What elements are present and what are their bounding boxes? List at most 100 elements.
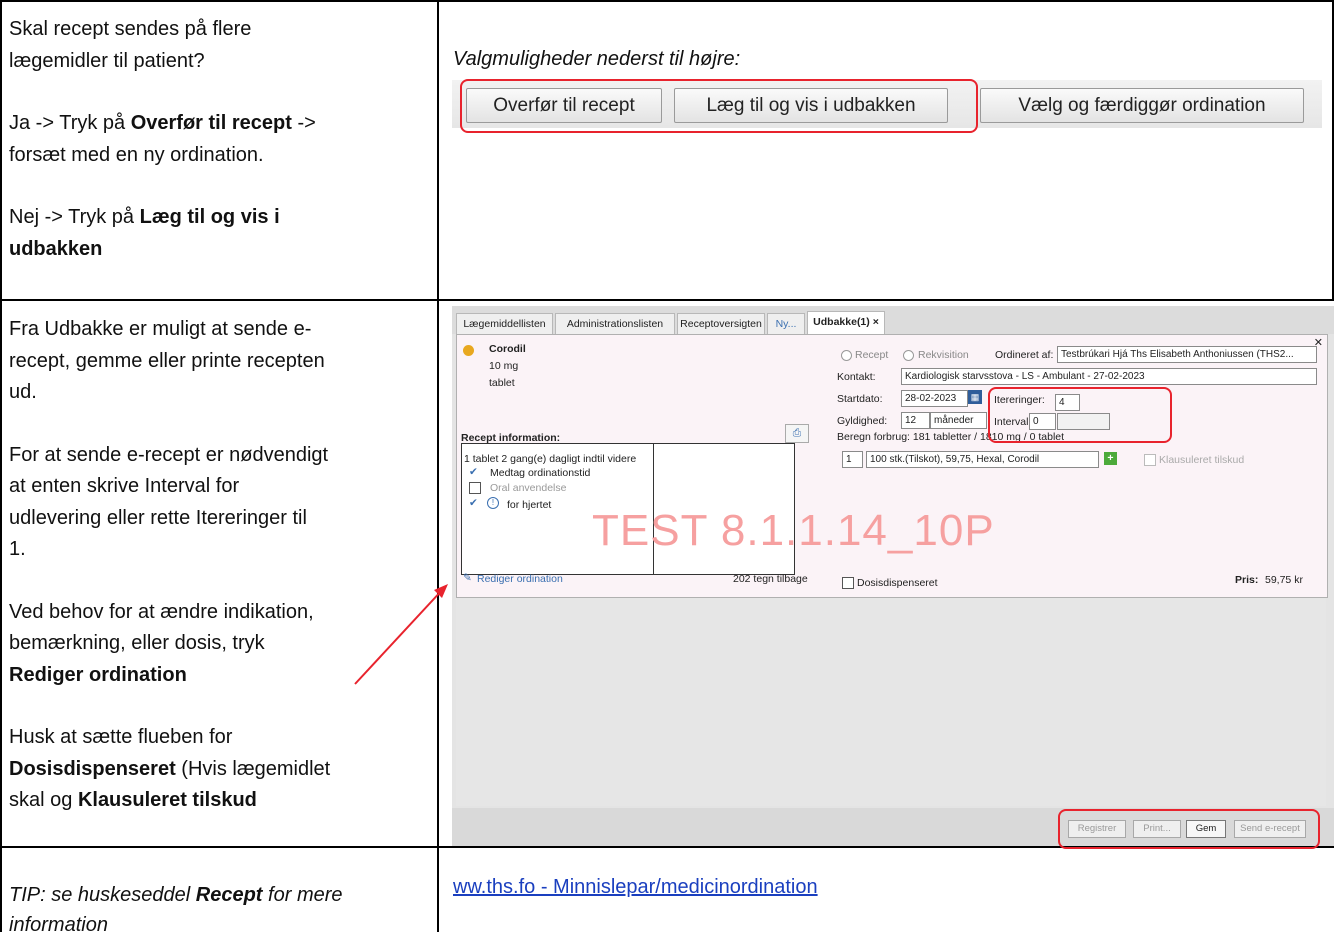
yes-prefix: Ja -> Tryk på [9,112,131,134]
row-divider-1-right [437,299,1334,301]
tab-udbakke[interactable]: Udbakke(1) × [807,311,885,335]
empty-panel-area [456,598,1326,806]
p4-line-1: Husk at sætte flueben for [9,726,233,748]
recept-radio-label: Recept [855,349,889,361]
options-label: Valgmuligheder nederst til højre: [453,48,741,70]
edit-icon[interactable]: ✎ [463,572,472,584]
drug-form: tablet [489,377,515,389]
p4-prefix-3: skal og [9,789,78,811]
tip-text: TIP: se huskeseddel Recept for mere info… [9,880,343,940]
tab-ny[interactable]: Ny... [767,313,805,335]
tab-bar: Lægemiddellisten Administrationslisten R… [452,306,1334,335]
table-border-top [0,0,1334,2]
ordineret-select[interactable]: Testbrúkari Hjá Ths Elisabeth Anthoniuss… [1057,346,1317,363]
vaelg-faerdiggor-button[interactable]: Vælg og færdiggør ordination [980,88,1304,123]
pris-value: 59,75 kr [1265,574,1303,586]
no-bold-1: Læg til og vis i [139,206,280,228]
gyldighed-unit-select[interactable]: måneder [930,412,987,429]
rediger-ordination-link[interactable]: Rediger ordination [477,573,563,585]
no-line-2: udbakken [9,234,316,266]
rekvisition-radio-label: Rekvisition [918,349,969,361]
tip-line-2: information [9,914,108,936]
question-line-2: lægemidler til patient? [9,49,205,72]
oral-checkbox[interactable] [469,482,481,494]
document-table: Skal recept sendes på flere lægemidler t… [0,0,1334,936]
highlight-box-itereringer [988,387,1172,443]
drug-strength: 10 mg [489,360,519,372]
test-watermark: TEST 8.1.1.14_10P [592,506,995,555]
p4-rest-1: (Hvis lægemidlet [175,757,331,780]
tip-line-1: TIP: se huskeseddel Recept for mere [9,880,343,910]
yes-suffix: -> [291,112,316,134]
p4-bold-2: Klausuleret tilskud [77,789,257,811]
drug-info-icon [463,345,474,356]
row1-instructions: Skal recept sendes på flere lægemidler t… [9,14,316,265]
tip-bold: Recept [195,884,263,906]
yes-bold: Overfør til recept [130,112,292,134]
calendar-icon[interactable]: ▦ [968,390,982,404]
p3-line-1: Ved behov for at ændre indikation, [9,600,314,623]
tegn-tilbage: 202 tegn tilbage [733,573,808,585]
p2-line-4: 1. [9,538,26,560]
yes-instruction: Ja -> Tryk på Overfør til recept -> [9,108,316,140]
klausuleret-label: Klausuleret tilskud [1159,454,1245,466]
no-bold-2: udbakken [9,237,103,260]
p4-line-2: Dosisdispenseret (Hvis lægemidlet [9,754,330,786]
pakning-qty[interactable]: 1 [842,451,863,468]
tab-laegemiddellisten[interactable]: Lægemiddellisten [456,313,553,335]
p3-line-2: bemærkning, eller dosis, tryk [9,632,265,654]
dosage-text: 1 tablet 2 gang(e) dagligt indtil videre [464,453,637,465]
dosisdisp-label: Dosisdispenseret [857,577,938,589]
print-icon[interactable]: ⎙ [785,424,809,443]
p2-line-1: For at sende e-recept er nødvendigt [9,443,329,466]
kontakt-label: Kontakt: [837,371,876,383]
question-line-1: Skal recept sendes på flere [9,18,252,40]
red-arrow-icon [354,584,448,685]
startdato-label: Startdato: [837,393,883,405]
pris-label: Pris: [1235,574,1259,586]
p2-line-3: udlevering eller rette Itereringer til [9,506,307,529]
medtag-label: Medtag ordinationstid [490,467,591,479]
tip-suffix: for mere [262,884,343,906]
tab-administrationslisten[interactable]: Administrationslisten [555,313,675,335]
no-prefix: Nej -> Tryk på [9,206,140,228]
startdato-field[interactable]: 28-02-2023 [901,390,968,407]
recept-radio[interactable] [841,350,852,361]
highlight-box-buttons [460,79,978,133]
dosisdisp-checkbox[interactable] [842,577,854,589]
gyldighed-field[interactable]: 12 [901,412,930,429]
p1-line-3: ud. [9,381,37,403]
oral-label: Oral anvendelse [490,482,567,494]
ordineret-label: Ordineret af: [995,349,1054,361]
p1-line-1: Fra Udbakke er muligt at sende e- [9,318,312,340]
row2-instructions: Fra Udbakke er muligt at sende e- recept… [9,314,330,817]
row-divider-1 [0,299,440,301]
klausuleret-checkbox[interactable] [1144,454,1156,466]
kontakt-select[interactable]: Kardiologisk starvsstova - LS - Ambulant… [901,368,1317,385]
no-instruction: Nej -> Tryk på Læg til og vis i [9,202,316,234]
gyldighed-label: Gyldighed: [837,415,888,427]
prescription-panel: ✕ Corodil 10 mg tablet Recept informatio… [456,334,1328,598]
checkmark-icon[interactable]: ✔ [469,466,478,478]
add-icon[interactable]: + [1104,452,1117,465]
drug-name: Corodil [489,343,526,355]
p4-bold-1: Dosisdispenseret [9,757,176,780]
p1-line-2: recept, gemme eller printe recepten [9,349,325,372]
tip-prefix: TIP: se huskeseddel [9,884,196,906]
yes-line-2: forsæt med en ny ordination. [9,143,264,166]
checkmark-icon-2[interactable]: ✔ [469,497,478,509]
rekvisition-radio[interactable] [903,350,914,361]
ths-link[interactable]: ww.ths.fo - Minnislepar/medicinordinatio… [453,876,818,899]
p3-line-3: Rediger ordination [9,660,330,692]
pakning-select[interactable]: 100 stk.(Tilskot), 59,75, Hexal, Corodil [866,451,1099,468]
p3-bold: Rediger ordination [9,663,187,686]
table-border-left [0,0,2,932]
info-icon: ! [487,497,499,509]
app-screenshot: Lægemiddellisten Administrationslisten R… [452,306,1334,846]
p2-line-2: at enten skrive Interval for [9,475,240,497]
column-divider [437,0,439,932]
tab-receptoversigten[interactable]: Receptoversigten [677,313,765,335]
highlight-box-bottom-buttons [1058,809,1320,849]
p4-line-3: skal og Klausuleret tilskud [9,785,330,817]
indication-label: for hjertet [507,499,552,511]
